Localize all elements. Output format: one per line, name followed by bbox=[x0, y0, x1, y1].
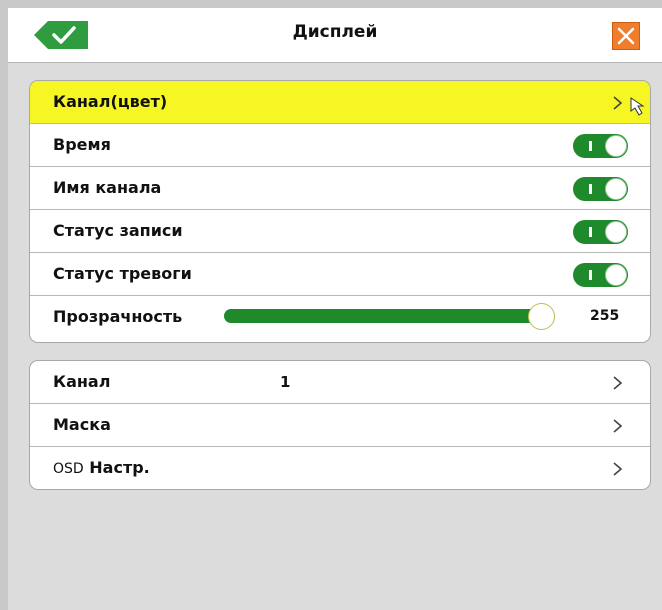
window-title: Дисплей bbox=[292, 22, 378, 42]
display-settings-window: Дисплей Канал(цвет) Время Имя канала Ста… bbox=[8, 8, 662, 610]
transparency-value: 255 bbox=[590, 308, 620, 324]
record-status-toggle[interactable] bbox=[573, 220, 628, 244]
row-label: Канал bbox=[53, 372, 111, 391]
row-label: OSD Настр. bbox=[53, 458, 150, 477]
row-label: Маска bbox=[53, 415, 111, 434]
chevron-right-icon bbox=[613, 376, 623, 390]
menu-row-channel[interactable]: Канал 1 bbox=[30, 361, 650, 404]
row-label: Прозрачность bbox=[53, 307, 183, 326]
title-bar: Дисплей bbox=[8, 8, 662, 63]
osd-label: Настр. bbox=[89, 458, 150, 477]
chevron-right-icon bbox=[613, 419, 623, 433]
row-label: Время bbox=[53, 135, 111, 154]
menu-row-alarm-status: Статус тревоги bbox=[30, 253, 650, 296]
alarm-status-toggle[interactable] bbox=[573, 263, 628, 287]
osd-prefix: OSD bbox=[53, 461, 84, 477]
row-label: Статус тревоги bbox=[53, 264, 192, 283]
row-label: Имя канала bbox=[53, 178, 162, 197]
chevron-right-icon bbox=[613, 462, 623, 476]
menu-row-osd-settings[interactable]: OSD Настр. bbox=[30, 447, 650, 489]
menu-row-channel-color[interactable]: Канал(цвет) bbox=[30, 81, 650, 124]
close-icon bbox=[617, 27, 635, 45]
menu-row-mask[interactable]: Маска bbox=[30, 404, 650, 447]
row-label: Канал(цвет) bbox=[53, 92, 168, 111]
menu-row-transparency: Прозрачность 255 bbox=[30, 296, 650, 339]
display-options-group: Канал(цвет) Время Имя канала Статус запи… bbox=[29, 80, 651, 343]
menu-row-channel-name: Имя канала bbox=[30, 167, 650, 210]
channel-value: 1 bbox=[280, 373, 291, 391]
transparency-slider-track[interactable] bbox=[224, 309, 539, 323]
channel-settings-group: Канал 1 Маска OSD Настр. bbox=[29, 360, 651, 490]
transparency-slider-handle[interactable] bbox=[528, 303, 555, 330]
menu-row-record-status: Статус записи bbox=[30, 210, 650, 253]
channel-name-toggle[interactable] bbox=[573, 177, 628, 201]
time-toggle[interactable] bbox=[573, 134, 628, 158]
row-label: Статус записи bbox=[53, 221, 183, 240]
menu-row-time: Время bbox=[30, 124, 650, 167]
close-button[interactable] bbox=[612, 22, 640, 50]
chevron-right-icon bbox=[613, 96, 623, 110]
mouse-cursor-icon bbox=[630, 97, 645, 116]
